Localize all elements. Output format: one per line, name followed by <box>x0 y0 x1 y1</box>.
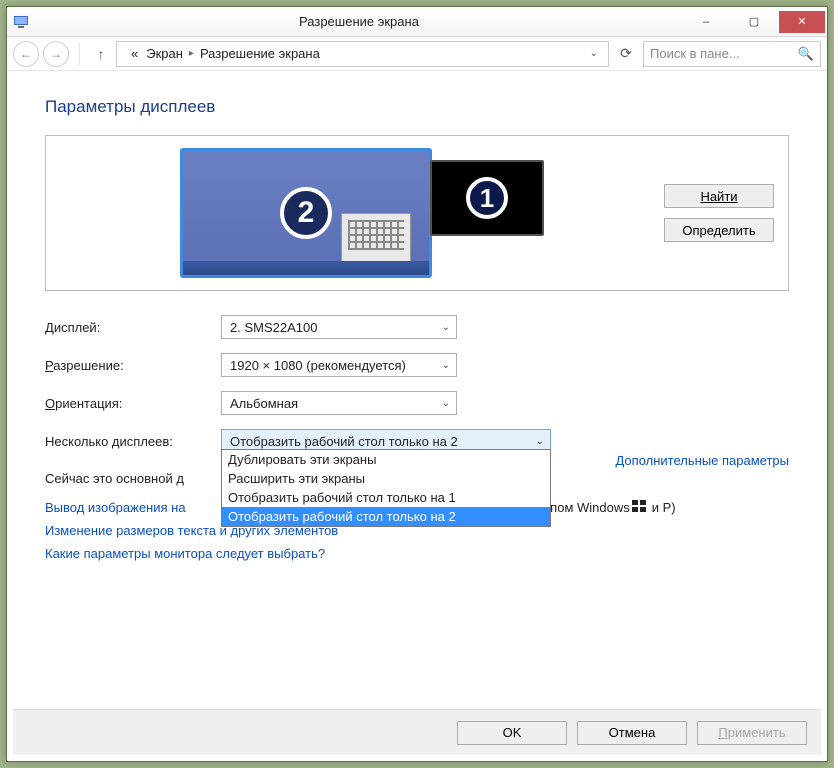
windows-logo-icon <box>632 500 646 512</box>
chevron-down-icon: ⌄ <box>442 322 450 333</box>
crumb-screen[interactable]: Экран <box>142 46 187 61</box>
search-icon: 🔍 <box>798 46 814 62</box>
label-display: Дисплей: <box>45 320 221 335</box>
app-icon <box>13 14 29 30</box>
chevron-down-icon: ⌄ <box>442 398 450 409</box>
up-button[interactable]: ↑ <box>90 46 112 62</box>
display-preview: 2 1 Найти Определить <box>45 135 789 291</box>
label-orientation: Ориентация: <box>45 396 221 411</box>
monitor-layout[interactable]: 2 1 <box>60 148 664 278</box>
projector-hint-link[interactable]: Вывод изображения на <box>45 500 186 515</box>
option-extend[interactable]: Расширить эти экраны <box>222 469 550 488</box>
page-title: Параметры дисплеев <box>45 97 789 117</box>
maximize-button[interactable]: ▢ <box>731 11 777 33</box>
orientation-select[interactable]: Альбомная ⌄ <box>221 391 457 415</box>
monitor-2[interactable]: 2 <box>180 148 432 278</box>
window-title: Разрешение экрана <box>35 14 683 29</box>
forward-button[interactable]: → <box>43 41 69 67</box>
separator <box>79 43 80 65</box>
chevron-down-icon: ⌄ <box>536 436 544 447</box>
monitor-2-number: 2 <box>280 187 332 239</box>
window-controls: – ▢ ✕ <box>683 11 827 33</box>
identify-button[interactable]: Определить <box>664 218 774 242</box>
crumb-chevrons: « <box>127 46 142 61</box>
row-resolution: Разрешение: 1920 × 1080 (рекомендуется) … <box>45 353 789 377</box>
monitor-1[interactable]: 1 <box>430 160 544 236</box>
monitor-1-number: 1 <box>466 177 508 219</box>
close-button[interactable]: ✕ <box>779 11 825 33</box>
row-display: Дисплей: 2. SMS22A100 ⌄ <box>45 315 789 339</box>
advanced-settings-link[interactable]: Дополнительные параметры <box>615 453 789 468</box>
navbar: ← → ↑ « Экран ▸ Разрешение экрана ⌄ ⟳ По… <box>7 37 827 71</box>
multiple-displays-value: Отобразить рабочий стол только на 2 <box>230 434 458 449</box>
footer: OK Отмена Применить <box>13 709 821 755</box>
arrow-right-icon: → <box>50 47 62 61</box>
cancel-button[interactable]: Отмена <box>577 721 687 745</box>
breadcrumb-dropdown[interactable]: ⌄ <box>584 48 604 59</box>
multiple-displays-dropdown: Дублировать эти экраны Расширить эти экр… <box>221 449 551 527</box>
resolution-select[interactable]: 1920 × 1080 (рекомендуется) ⌄ <box>221 353 457 377</box>
keyboard-icon <box>341 213 411 265</box>
chevron-right-icon: ▸ <box>187 48 196 59</box>
orientation-value: Альбомная <box>230 396 298 411</box>
label-resolution: Разрешение: <box>45 358 221 373</box>
which-monitor-link[interactable]: Какие параметры монитора следует выбрать… <box>45 546 789 561</box>
arrow-up-icon: ↑ <box>98 46 105 62</box>
breadcrumb[interactable]: « Экран ▸ Разрешение экрана ⌄ <box>116 41 609 67</box>
resolution-value: 1920 × 1080 (рекомендуется) <box>230 358 406 373</box>
back-button[interactable]: ← <box>13 41 39 67</box>
apply-button[interactable]: Применить <box>697 721 807 745</box>
arrow-left-icon: ← <box>20 47 32 61</box>
refresh-button[interactable]: ⟳ <box>613 41 639 67</box>
refresh-icon: ⟳ <box>620 45 632 62</box>
option-only-2[interactable]: Отобразить рабочий стол только на 2 <box>222 507 550 526</box>
search-input[interactable]: Поиск в пане... 🔍 <box>643 41 821 67</box>
option-duplicate[interactable]: Дублировать эти экраны <box>222 450 550 469</box>
chevron-down-icon: ⌄ <box>442 360 450 371</box>
search-placeholder: Поиск в пане... <box>650 46 740 61</box>
option-only-1[interactable]: Отобразить рабочий стол только на 1 <box>222 488 550 507</box>
display-select[interactable]: 2. SMS22A100 ⌄ <box>221 315 457 339</box>
minimize-button[interactable]: – <box>683 11 729 33</box>
content-area: Параметры дисплеев 2 1 Найти Определить … <box>7 71 827 715</box>
titlebar: Разрешение экрана – ▢ ✕ <box>7 7 827 37</box>
label-multiple-displays: Несколько дисплеев: <box>45 434 221 449</box>
detect-button[interactable]: Найти <box>664 184 774 208</box>
screen-resolution-window: Разрешение экрана – ▢ ✕ ← → ↑ « Экран ▸ … <box>6 6 828 762</box>
row-orientation: Ориентация: Альбомная ⌄ <box>45 391 789 415</box>
ok-button[interactable]: OK <box>457 721 567 745</box>
display-value: 2. SMS22A100 <box>230 320 317 335</box>
crumb-resolution[interactable]: Разрешение экрана <box>196 46 324 61</box>
